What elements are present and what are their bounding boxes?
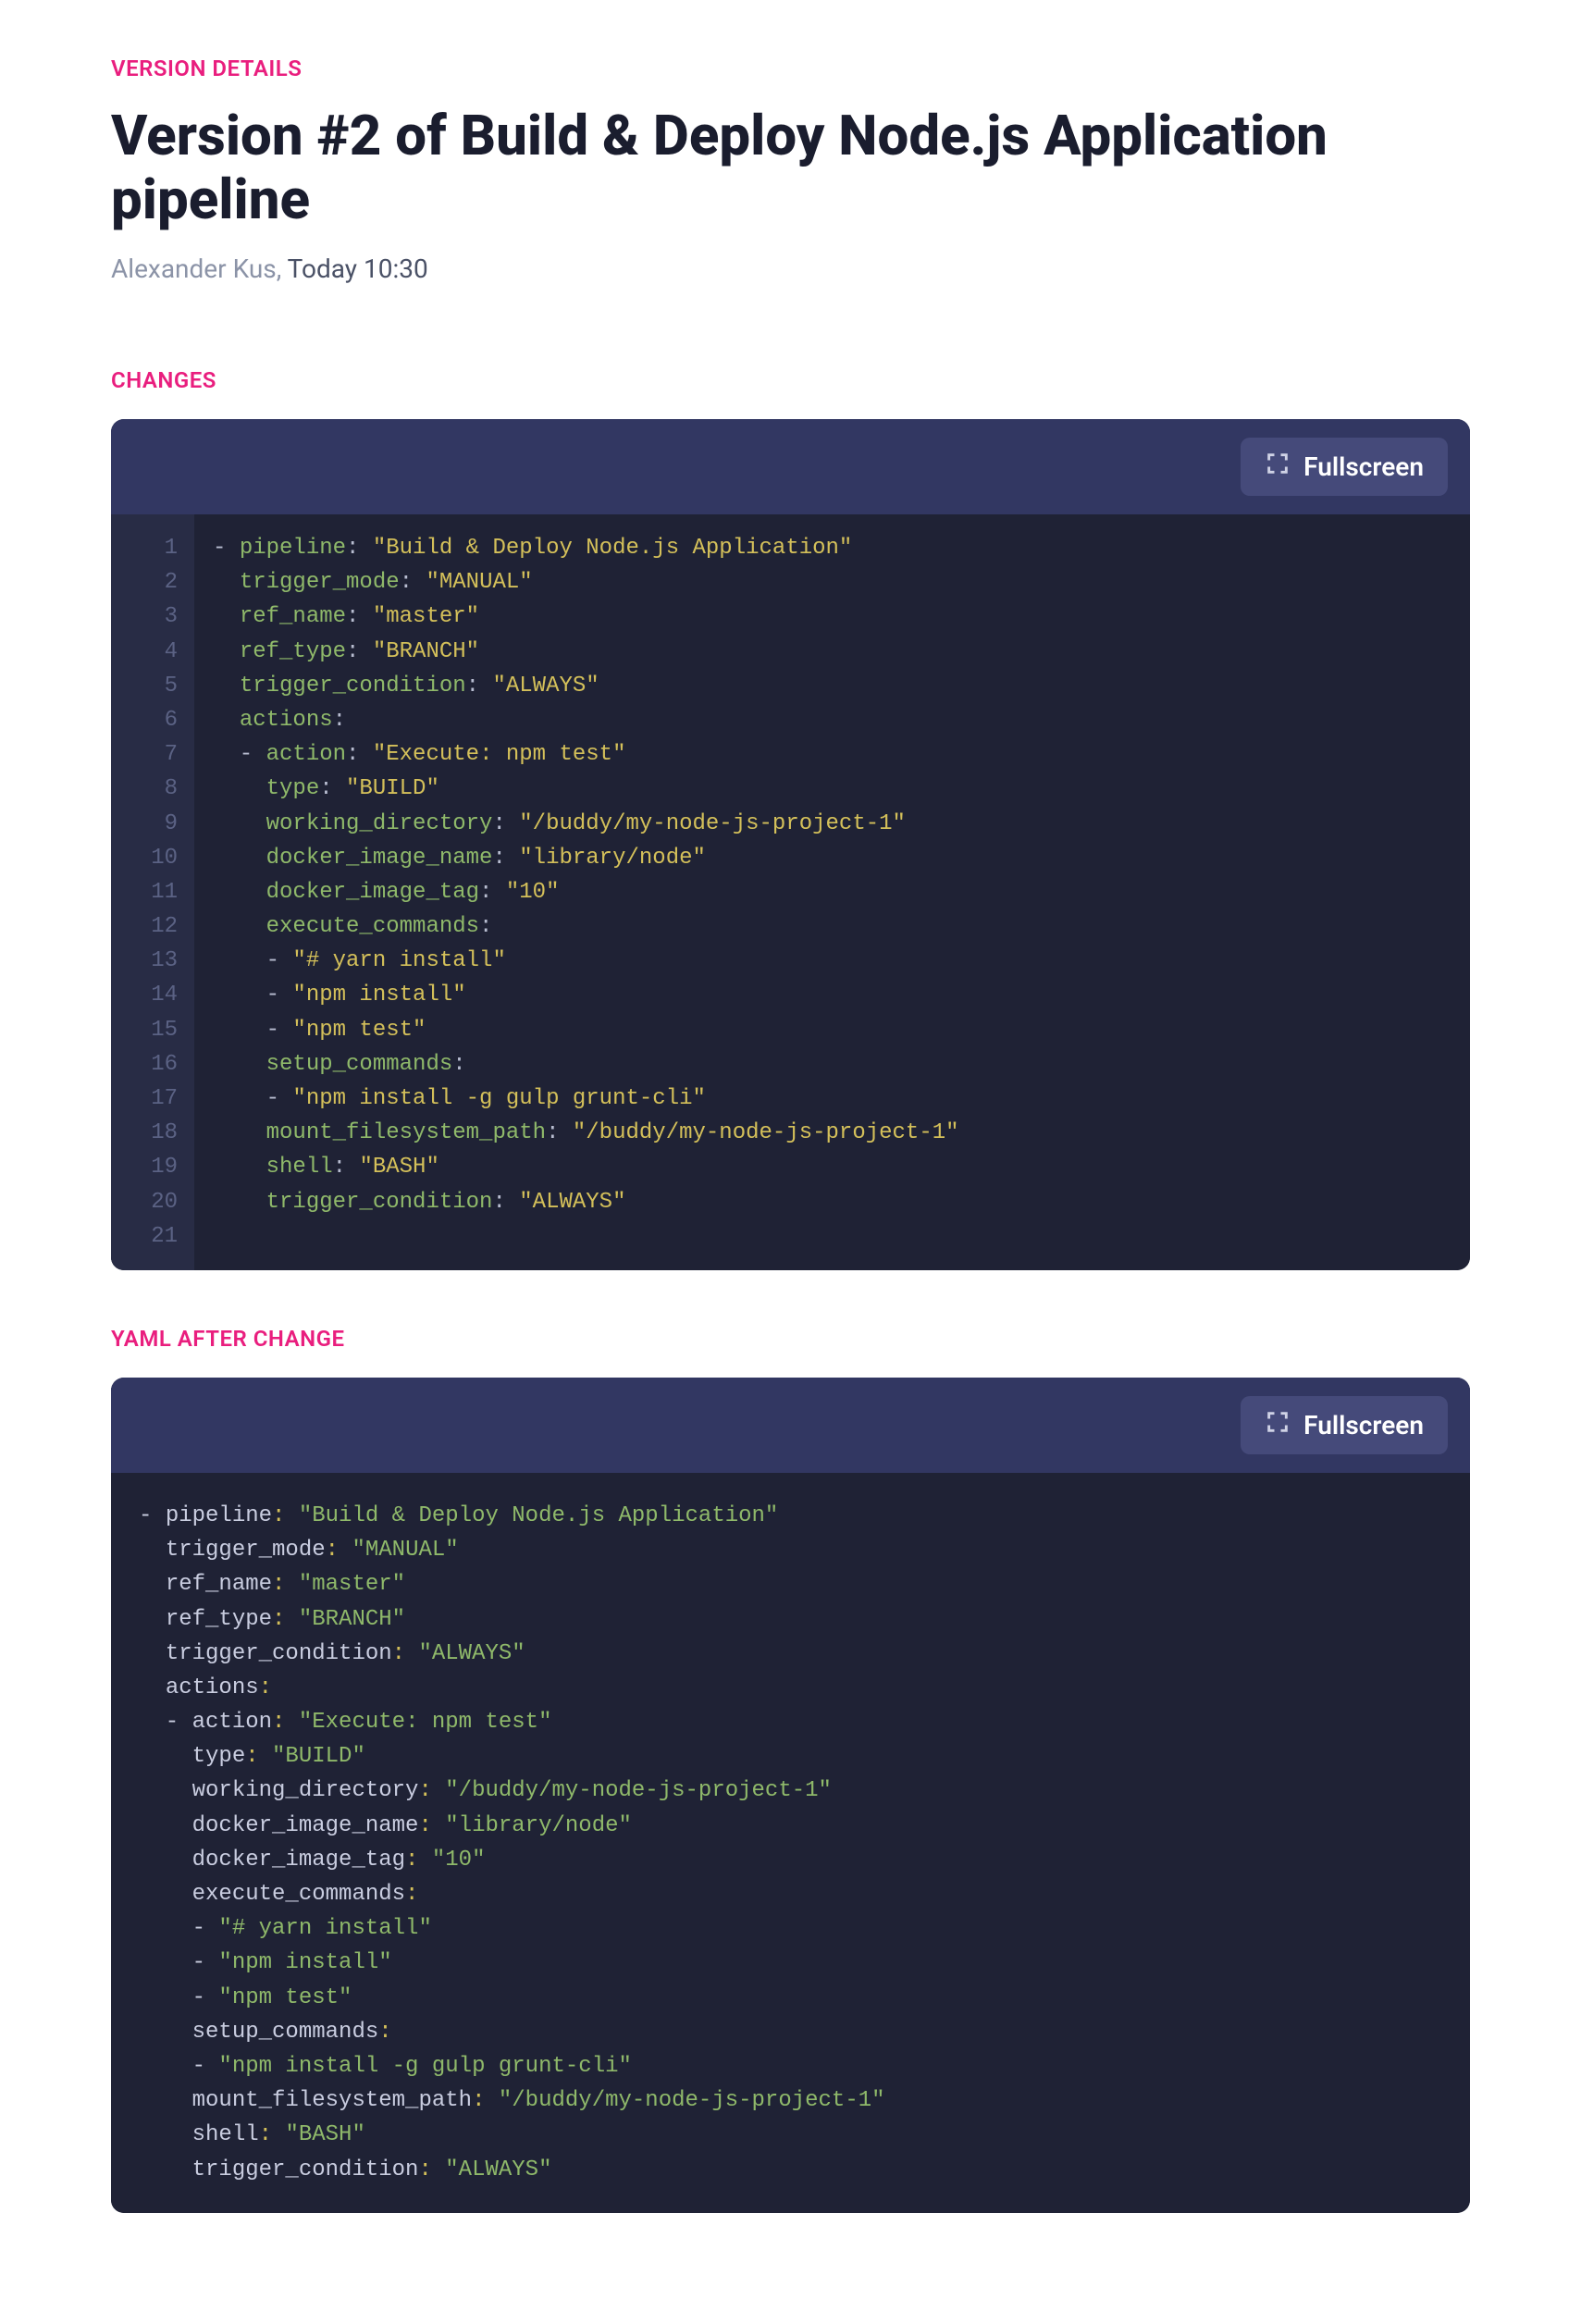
- fullscreen-icon: [1265, 451, 1291, 483]
- fullscreen-button[interactable]: Fullscreen: [1241, 1396, 1448, 1454]
- yaml-after-panel-header: Fullscreen: [111, 1378, 1470, 1473]
- fullscreen-icon: [1265, 1409, 1291, 1441]
- yaml-after-panel: Fullscreen - pipeline: "Build & Deploy N…: [111, 1378, 1470, 2213]
- author-timestamp: Alexander Kus, Today 10:30: [111, 253, 1470, 284]
- eyebrow-version-details: VERSION DETAILS: [111, 56, 1470, 81]
- code-content[interactable]: - pipeline: "Build & Deploy Node.js Appl…: [194, 514, 1470, 1270]
- section-label-yaml-after: YAML AFTER CHANGE: [111, 1326, 1470, 1352]
- fullscreen-label: Fullscreen: [1303, 1410, 1424, 1440]
- page-title: Version #2 of Build & Deploy Node.js App…: [111, 104, 1470, 231]
- changes-panel-header: Fullscreen: [111, 419, 1470, 514]
- code-content[interactable]: - pipeline: "Build & Deploy Node.js Appl…: [111, 1473, 1470, 2213]
- timestamp: Today 10:30: [288, 253, 428, 284]
- fullscreen-button[interactable]: Fullscreen: [1241, 438, 1448, 496]
- author-name: Alexander Kus: [111, 253, 277, 284]
- changes-code-body: 123456789101112131415161718192021 - pipe…: [111, 514, 1470, 1270]
- section-label-changes: CHANGES: [111, 367, 1470, 393]
- changes-panel: Fullscreen 12345678910111213141516171819…: [111, 419, 1470, 1270]
- line-number-gutter: 123456789101112131415161718192021: [111, 514, 194, 1270]
- yaml-after-code-body: - pipeline: "Build & Deploy Node.js Appl…: [111, 1473, 1470, 2213]
- fullscreen-label: Fullscreen: [1303, 451, 1424, 482]
